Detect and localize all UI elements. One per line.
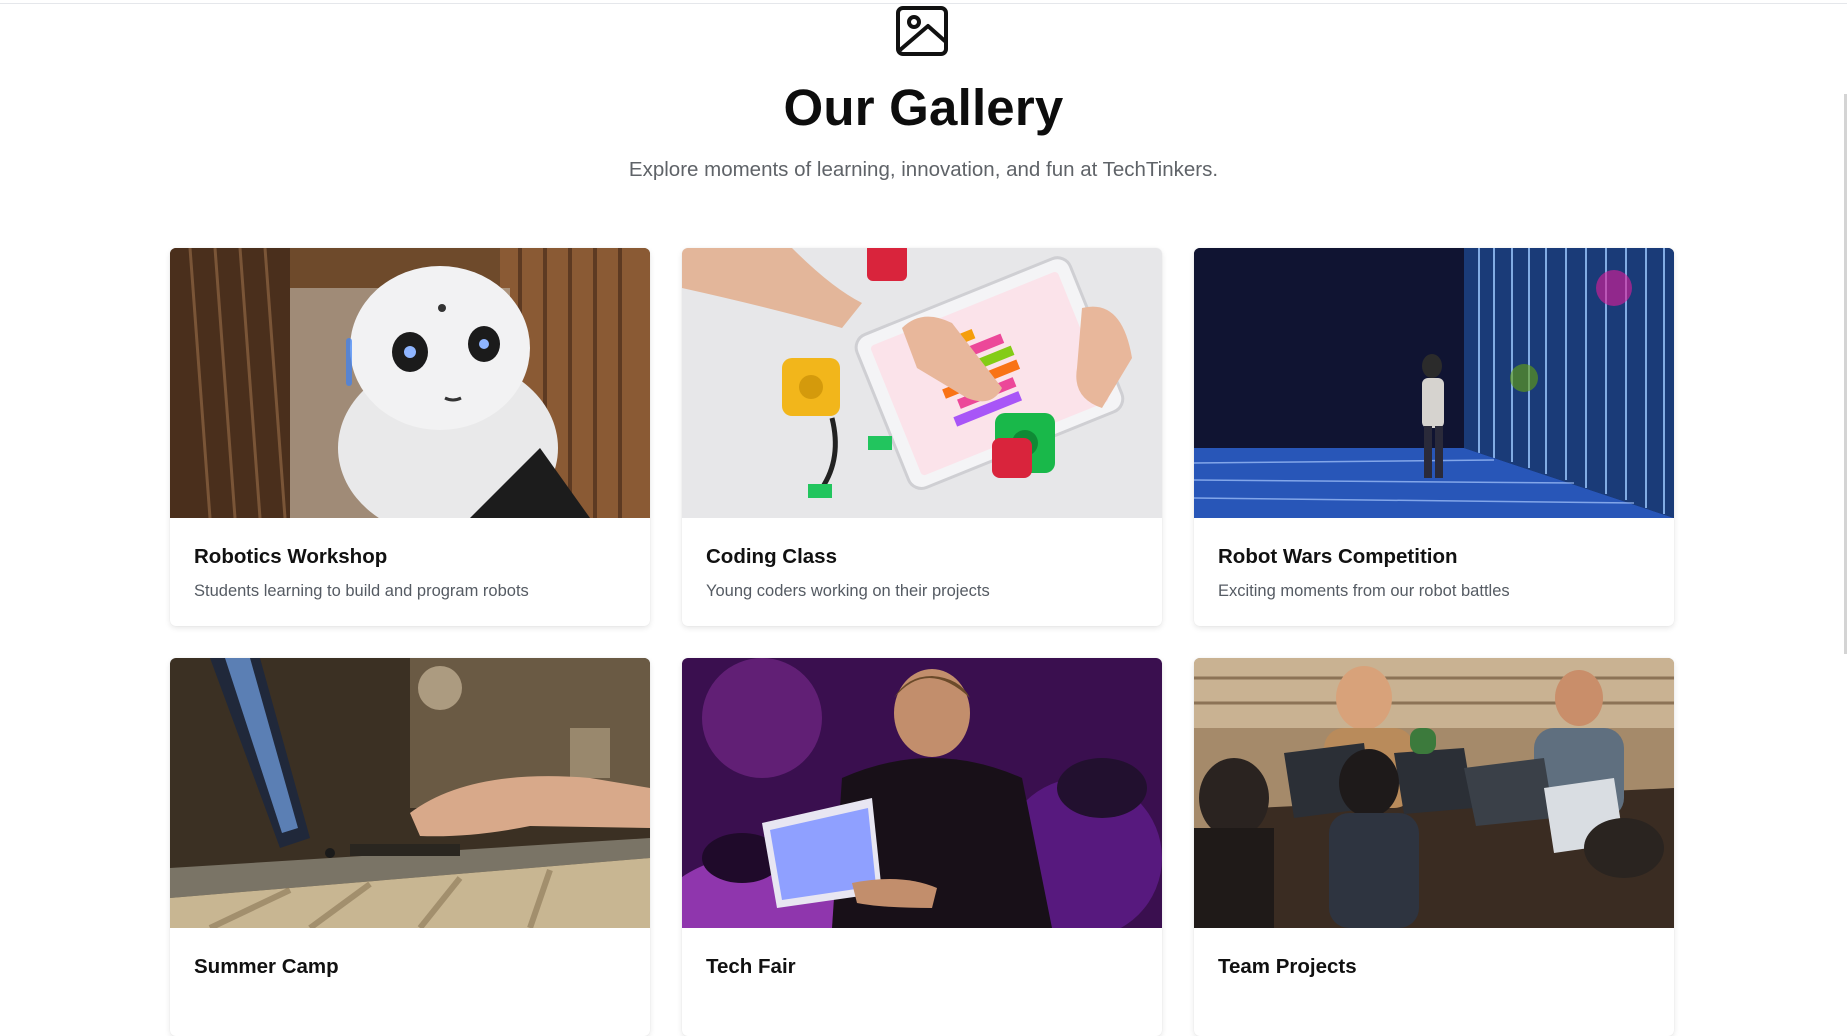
card-title: Summer Camp [194,955,339,978]
gallery-card-coding-class[interactable]: Coding Class Young coders working on the… [682,248,1162,626]
gallery-card-robotics-workshop[interactable]: Robotics Workshop Students learning to b… [170,248,650,626]
laptop-typing-photo [170,658,650,928]
gallery-card-team-projects[interactable]: Team Projects [1194,658,1674,1036]
card-title: Robotics Workshop [194,545,388,568]
page-subtitle: Explore moments of learning, innovation,… [628,158,1219,181]
card-description: Young coders working on their projects [706,582,990,600]
card-description: Students learning to build and program r… [194,582,529,600]
card-title: Robot Wars Competition [1218,545,1458,568]
hackathon-photo [682,658,1162,928]
gallery-card-tech-fair[interactable]: Tech Fair [682,658,1162,1036]
card-title: Coding Class [706,545,837,568]
page-title: Our Gallery [783,79,1064,136]
gallery-grid: Robotics Workshop Students learning to b… [170,248,1674,1036]
card-title: Team Projects [1218,955,1357,978]
team-laptops-photo [1194,658,1674,928]
card-description: Exciting moments from our robot battles [1218,582,1510,600]
light-installation-photo [1194,248,1674,518]
gallery-card-summer-camp[interactable]: Summer Camp [170,658,650,1036]
tablet-coding-photo [682,248,1162,518]
gallery-card-robot-wars-competition[interactable]: Robot Wars Competition Exciting moments … [1194,248,1674,626]
image-icon [894,2,950,58]
robot-photo [170,248,650,518]
card-title: Tech Fair [706,955,796,978]
